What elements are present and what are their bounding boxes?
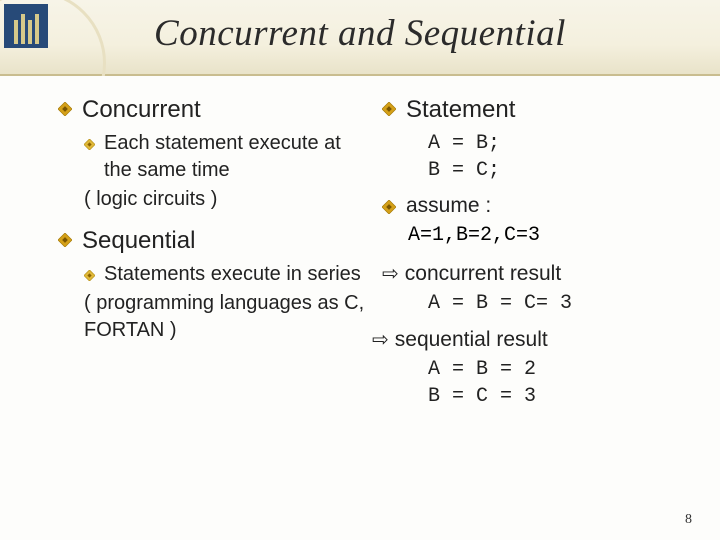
subitem-concurrent-note: ( logic circuits ): [84, 186, 366, 213]
heading-assume: assume :: [382, 194, 698, 218]
heading-statement: Statement: [382, 96, 698, 124]
assume-values: A=1,B=2,C=3: [408, 224, 698, 247]
result-label: sequential result: [395, 328, 548, 352]
right-column: Statement A = B; B = C; assume : A=1,B=2…: [376, 96, 698, 410]
diamond-bullet-icon: [58, 233, 72, 247]
heading-text: Sequential: [82, 227, 195, 255]
code-line-a: A = B;: [428, 130, 698, 157]
diamond-bullet-icon: [382, 200, 396, 214]
sequential-result-code-1: A = B = 2: [428, 356, 698, 383]
concurrent-result-line: ⇨ concurrent result: [382, 261, 698, 286]
arrow-right-icon: ⇨: [372, 327, 389, 352]
slide-content: Concurrent Each statement execute at the…: [0, 76, 720, 410]
heading-text: Concurrent: [82, 96, 201, 124]
diamond-bullet-icon: [58, 102, 72, 116]
small-diamond-bullet-icon: [84, 137, 95, 148]
subitem-sequential-note: ( programming languages as C, FORTAN ): [84, 290, 366, 344]
slide-title: Concurrent and Sequential: [0, 12, 720, 55]
left-column: Concurrent Each statement execute at the…: [58, 96, 366, 410]
heading-concurrent: Concurrent: [58, 96, 366, 124]
heading-text: assume :: [406, 194, 491, 218]
heading-text: Statement: [406, 96, 515, 124]
subitem-concurrent-desc: Each statement execute at the same time: [84, 130, 366, 184]
heading-sequential: Sequential: [58, 227, 366, 255]
page-number: 8: [685, 512, 692, 528]
subitem-sequential-desc: Statements execute in series: [84, 261, 366, 288]
small-diamond-bullet-icon: [84, 268, 95, 279]
slide-header: Concurrent and Sequential: [0, 0, 720, 76]
diamond-bullet-icon: [382, 102, 396, 116]
sequential-result-line: ⇨ sequential result: [372, 327, 698, 352]
subitem-text: Each statement execute at the same time: [104, 130, 366, 184]
result-label: concurrent result: [405, 262, 561, 286]
concurrent-result-code: A = B = C= 3: [428, 290, 698, 317]
subitem-text: Statements execute in series: [104, 261, 361, 288]
sequential-result-code-2: B = C = 3: [428, 383, 698, 410]
arrow-right-icon: ⇨: [382, 261, 399, 286]
code-line-b: B = C;: [428, 157, 698, 184]
